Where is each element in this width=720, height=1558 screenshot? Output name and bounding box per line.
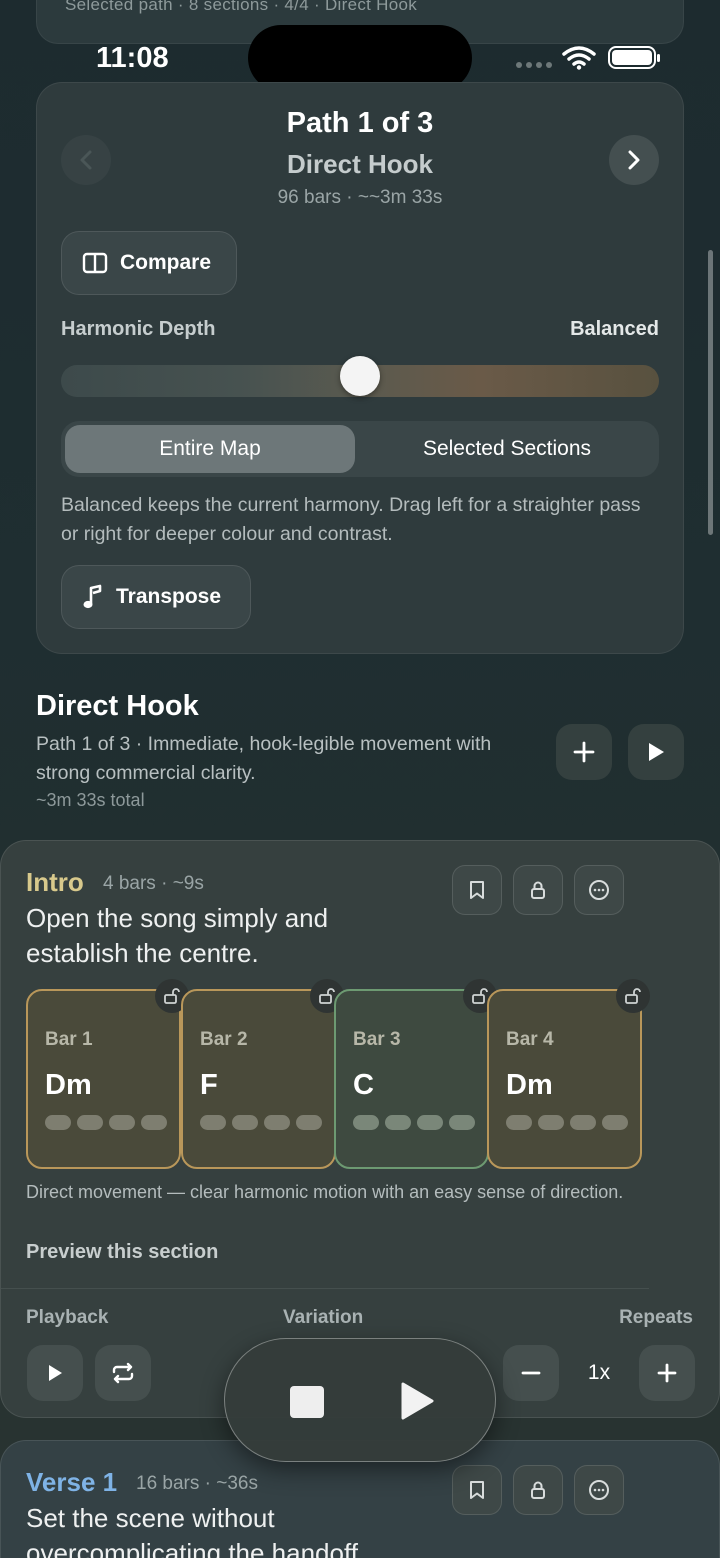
beat-indicators [506,1115,628,1130]
repeats-value: 1x [587,1361,611,1384]
ellipsis-circle-icon [589,880,609,900]
more-options-button[interactable] [574,865,624,915]
compare-button[interactable]: Compare [61,231,237,295]
previous-card-summary: Selected path · 8 sections · 4/4 · Direc… [65,0,418,14]
bookmark-icon [470,1481,484,1499]
bar-label: Bar 2 [200,1029,248,1050]
battery-icon [608,46,660,69]
bar-label: Bar 3 [353,1029,401,1050]
repeat-icon [112,1362,134,1384]
minus-icon [521,1371,541,1375]
segment-selected-sections[interactable]: Selected Sections [359,425,655,473]
movement-description: Direct movement — clear harmonic motion … [26,1182,624,1202]
scrollbar[interactable] [708,250,713,535]
repeats-increment-button[interactable] [639,1345,695,1401]
path-meta: 96 bars · ~~3m 33s [277,187,443,208]
play-icon [649,743,664,761]
loop-button[interactable] [95,1345,151,1401]
path-name: Direct Hook [287,149,433,179]
scope-segmented-control: Entire Map Selected Sections [61,421,659,477]
path-header-subtitle: Path 1 of 3 · Immediate, hook-legible mo… [36,733,492,784]
path-header-total: ~3m 33s total [36,790,145,810]
bar-chord: C [353,1069,374,1101]
section-card-intro: Intro 4 bars · ~9s Open the song simply … [0,840,720,1418]
next-path-button[interactable] [609,135,659,185]
unlock-icon [164,988,180,1004]
segment-entire-map[interactable]: Entire Map [65,425,355,473]
lock-icon [531,1481,545,1499]
plus-icon [573,741,595,763]
bar-chord: F [200,1069,218,1101]
ellipsis-circle-icon [589,1480,609,1500]
section-meta: 16 bars · ~36s [136,1473,258,1494]
harmonic-depth-slider-thumb[interactable] [340,356,380,396]
status-time: 11:08 [96,42,169,74]
divider [1,1288,649,1289]
lock-button[interactable] [513,865,563,915]
bar-lock-toggle[interactable] [616,979,650,1013]
harmonic-depth-value: Balanced [570,318,659,340]
play-path-button[interactable] [628,724,684,780]
path-card: Path 1 of 3 Direct Hook 96 bars · ~~3m 3… [36,82,684,654]
bar-label: Bar 1 [45,1029,93,1050]
section-description: Open the song simply and establish the c… [26,903,329,968]
signal-dots-icon [516,62,552,68]
stop-button[interactable] [290,1386,324,1418]
transpose-button[interactable]: Transpose [61,565,251,629]
bookmark-button[interactable] [452,1465,502,1515]
harmonic-depth-label: Harmonic Depth [61,318,216,340]
bookmark-icon [470,881,484,899]
harmonic-depth-description: Balanced keeps the current harmony. Drag… [61,494,641,545]
unlock-icon [625,988,641,1004]
transport-bar [224,1338,496,1462]
wifi-icon [562,46,596,70]
bar-chord: Dm [506,1069,553,1101]
bar-cell[interactable]: Bar 3 C [334,979,497,1169]
section-meta: 4 bars · ~9s [103,873,204,894]
bar-cell[interactable]: Bar 1 Dm [26,979,189,1169]
beat-indicators [45,1115,167,1130]
transpose-label: Transpose [116,585,222,608]
lock-icon [531,881,545,899]
split-view-icon [82,252,108,274]
bar-label: Bar 4 [506,1029,554,1050]
compare-label: Compare [120,251,212,274]
preview-section-link[interactable]: Preview this section [26,1241,218,1264]
section-play-button[interactable] [27,1345,83,1401]
play-button[interactable] [399,1381,435,1421]
bar-cell[interactable]: Bar 2 F [181,979,344,1169]
section-description: Set the scene without overcomplicating t… [26,1503,366,1558]
repeats-decrement-button[interactable] [503,1345,559,1401]
repeats-label: Repeats [619,1307,693,1328]
path-title: Path 1 of 3 [286,107,434,139]
bookmark-button[interactable] [452,865,502,915]
section-name: Intro [26,867,84,897]
beat-indicators [353,1115,475,1130]
chevron-right-icon [628,150,640,170]
beat-indicators [200,1115,322,1130]
more-options-button[interactable] [574,1465,624,1515]
play-icon [49,1365,62,1381]
add-section-button[interactable] [556,724,612,780]
variation-label: Variation [283,1307,364,1328]
section-name: Verse 1 [26,1467,118,1497]
path-header-title: Direct Hook [36,690,199,722]
bar-cell[interactable]: Bar 4 Dm [487,979,650,1169]
lock-button[interactable] [513,1465,563,1515]
plus-icon [657,1363,677,1383]
music-note-icon [83,584,102,609]
bar-chord: Dm [45,1069,92,1101]
playback-label: Playback [26,1307,109,1328]
